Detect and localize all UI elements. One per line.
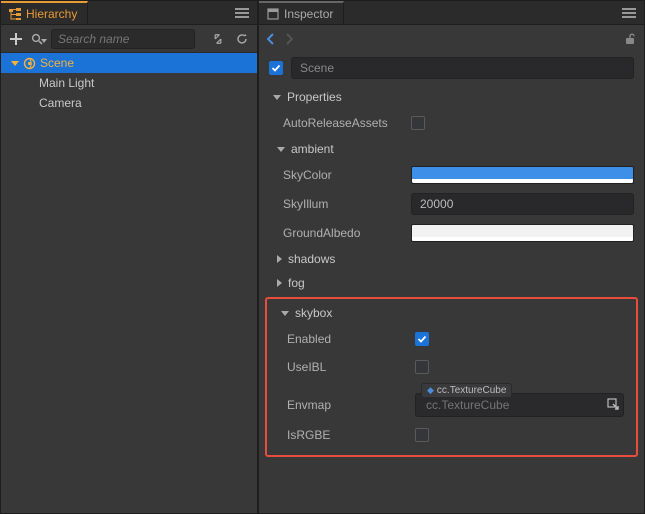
inspector-body: Properties AutoReleaseAssets ambient Sky… <box>259 25 644 513</box>
history-forward-button[interactable] <box>285 33 293 45</box>
section-label: shadows <box>288 252 335 266</box>
search-wrap <box>31 29 195 49</box>
inspector-nav <box>259 25 644 53</box>
scene-icon <box>23 57 36 70</box>
prop-skybox-enabled: Enabled <box>269 325 634 353</box>
section-label: Properties <box>287 90 342 104</box>
prop-label: IsRGBE <box>287 428 407 442</box>
inspector-tabbar: Inspector <box>259 1 644 25</box>
refresh-button[interactable] <box>233 30 251 48</box>
tree-row-scene[interactable]: Scene <box>1 53 257 73</box>
inspector-icon <box>267 8 279 20</box>
node-active-checkbox[interactable] <box>269 61 283 75</box>
tree-row[interactable]: Main Light <box>1 73 257 93</box>
prop-skybox-useibl: UseIBL <box>269 353 634 381</box>
inspector-panel: Inspector Properties AutoReleaseAssets <box>258 0 645 514</box>
check-icon <box>271 63 281 73</box>
skybox-useibl-checkbox[interactable] <box>415 360 429 374</box>
expand-toggle[interactable] <box>11 61 19 66</box>
prop-sky-color: SkyColor <box>259 161 644 189</box>
skybox-isrgbe-checkbox[interactable] <box>415 428 429 442</box>
hierarchy-tab[interactable]: Hierarchy <box>1 1 88 24</box>
prop-label: Enabled <box>287 332 407 346</box>
section-properties[interactable]: Properties <box>259 85 644 109</box>
ground-albedo-swatch[interactable] <box>411 224 634 242</box>
asset-picker-button[interactable] <box>607 398 619 410</box>
chevron-right-icon <box>277 255 282 263</box>
menu-icon <box>235 7 249 19</box>
menu-icon <box>622 7 636 19</box>
chevron-down-icon <box>281 311 289 316</box>
chevron-right-icon <box>285 33 293 45</box>
envmap-asset-field[interactable]: ◆cc.TextureCube <box>415 393 624 417</box>
section-skybox[interactable]: skybox <box>269 301 634 325</box>
hierarchy-toolbar <box>1 25 257 53</box>
skybox-highlight: skybox Enabled UseIBL Envmap ◆cc.Texture… <box>265 297 638 457</box>
sky-illum-input[interactable] <box>411 193 634 215</box>
prop-label: SkyColor <box>283 168 403 182</box>
asset-type-label: cc.TextureCube <box>437 385 506 396</box>
chevron-left-icon <box>267 33 275 45</box>
check-icon <box>417 334 427 344</box>
lock-button[interactable] <box>624 33 636 45</box>
prop-label: UseIBL <box>287 360 407 374</box>
refresh-icon <box>236 33 248 45</box>
prop-skybox-isrgbe: IsRGBE <box>269 421 634 449</box>
tree-label: Main Light <box>39 76 94 90</box>
plus-icon <box>10 33 22 45</box>
prop-label: SkyIllum <box>283 197 403 211</box>
prop-label: GroundAlbedo <box>283 226 403 240</box>
picker-icon <box>607 398 619 410</box>
add-node-button[interactable] <box>7 30 25 48</box>
sky-color-swatch[interactable] <box>411 166 634 184</box>
hierarchy-tabbar: Hierarchy <box>1 1 257 25</box>
tree-label: Scene <box>40 56 74 70</box>
prop-auto-release: AutoReleaseAssets <box>259 109 644 137</box>
section-label: fog <box>288 276 305 290</box>
prop-ground-albedo: GroundAlbedo <box>259 219 644 247</box>
inspector-tab-label: Inspector <box>284 7 333 21</box>
section-label: skybox <box>295 306 332 320</box>
node-header <box>259 53 644 85</box>
tree-row[interactable]: Camera <box>1 93 257 113</box>
section-shadows[interactable]: shadows <box>259 247 644 271</box>
chevron-down-icon <box>273 95 281 100</box>
collapse-icon <box>212 33 224 45</box>
history-back-button[interactable] <box>267 33 275 45</box>
skybox-enabled-checkbox[interactable] <box>415 332 429 346</box>
prop-skybox-envmap: Envmap ◆cc.TextureCube <box>269 381 634 421</box>
inspector-tab[interactable]: Inspector <box>259 1 344 24</box>
tree-label: Camera <box>39 96 82 110</box>
prop-label: AutoReleaseAssets <box>283 116 403 130</box>
hierarchy-panel: Hierarchy Scene Main Light <box>0 0 258 514</box>
chevron-down-icon <box>277 147 285 152</box>
node-name-input[interactable] <box>291 57 634 79</box>
asset-type-tag: ◆cc.TextureCube <box>421 383 512 398</box>
collapse-button[interactable] <box>209 30 227 48</box>
section-fog[interactable]: fog <box>259 271 644 295</box>
inspector-panel-menu[interactable] <box>614 1 644 24</box>
section-label: ambient <box>291 142 334 156</box>
prop-sky-illum: SkyIllum <box>259 189 644 219</box>
prop-label: Envmap <box>287 398 407 412</box>
hierarchy-panel-menu[interactable] <box>227 1 257 24</box>
auto-release-checkbox[interactable] <box>411 116 425 130</box>
search-input[interactable] <box>51 29 195 49</box>
hierarchy-tab-label: Hierarchy <box>26 7 77 21</box>
hierarchy-tree: Scene Main Light Camera <box>1 53 257 513</box>
section-ambient[interactable]: ambient <box>259 137 644 161</box>
unlock-icon <box>624 33 636 45</box>
search-mode-caret[interactable] <box>41 32 47 46</box>
chevron-right-icon <box>277 279 282 287</box>
hierarchy-icon <box>9 8 21 20</box>
